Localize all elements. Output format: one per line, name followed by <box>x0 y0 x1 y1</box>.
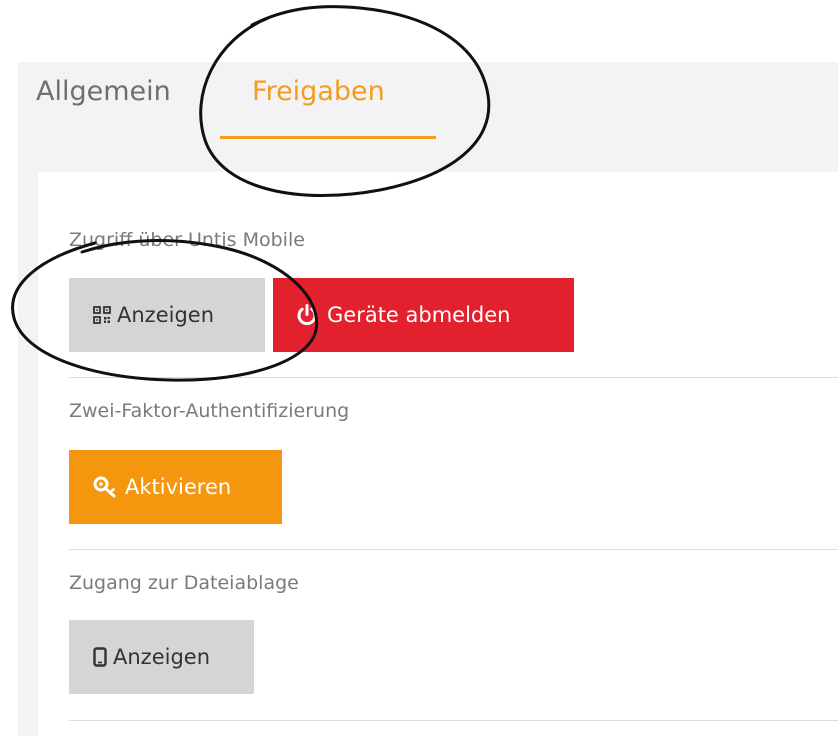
logout-devices-button[interactable]: Geräte abmelden <box>273 278 574 352</box>
qr-code-icon <box>93 306 111 324</box>
section-title-file-storage: Zugang zur Dateiablage <box>69 572 299 594</box>
section-title-two-factor: Zwei-Faktor-Authentifizierung <box>69 400 350 422</box>
activate-2fa-button-label: Aktivieren <box>125 475 232 499</box>
section-divider <box>69 549 838 550</box>
show-qr-button[interactable]: Anzeigen <box>69 278 265 352</box>
section-title-untis-mobile: Zugriff über Untis Mobile <box>69 229 305 251</box>
key-icon <box>93 476 119 498</box>
shares-panel: Zugriff über Untis Mobile Anzeigen Gerät… <box>38 172 838 736</box>
tab-bar: Allgemein Freigaben <box>18 62 838 142</box>
logout-devices-button-label: Geräte abmelden <box>327 303 511 327</box>
tab-allgemein[interactable]: Allgemein <box>36 76 171 107</box>
section-divider <box>69 720 838 721</box>
activate-2fa-button[interactable]: Aktivieren <box>69 450 282 524</box>
power-icon <box>295 303 319 327</box>
show-file-storage-button-label: Anzeigen <box>113 645 211 669</box>
settings-page: Allgemein Freigaben Zugriff über Untis M… <box>0 0 838 736</box>
active-tab-indicator <box>220 136 436 139</box>
show-qr-button-label: Anzeigen <box>117 303 215 327</box>
mobile-phone-icon <box>93 647 107 667</box>
section-divider <box>69 377 838 378</box>
show-file-storage-button[interactable]: Anzeigen <box>69 620 254 694</box>
tab-freigaben[interactable]: Freigaben <box>252 76 385 107</box>
